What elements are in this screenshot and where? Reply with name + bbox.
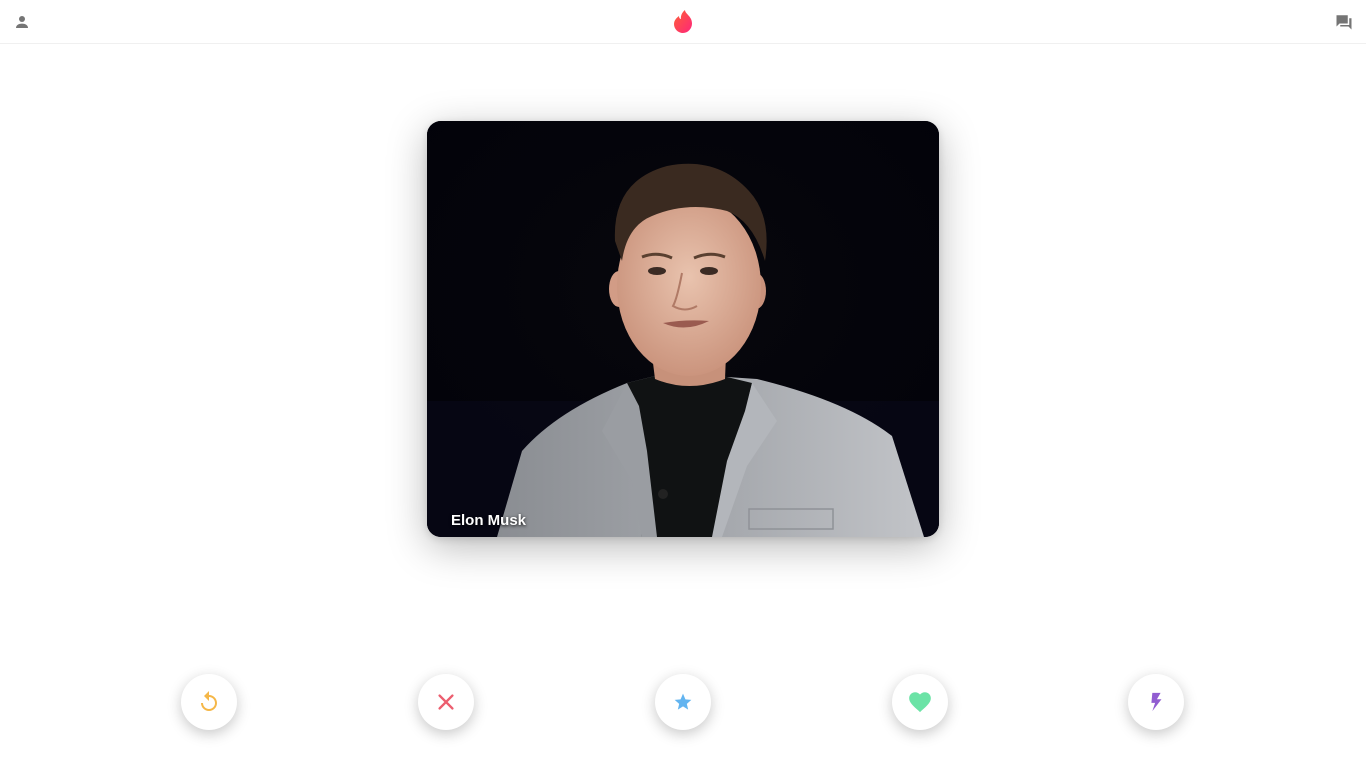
flame-logo (669, 8, 697, 36)
flame-logo-icon (674, 10, 692, 33)
super-like-button[interactable] (655, 674, 711, 730)
profile-button[interactable] (8, 8, 36, 36)
like-button[interactable] (892, 674, 948, 730)
person-icon (16, 16, 28, 28)
close-icon (438, 694, 454, 710)
replay-icon (201, 691, 217, 711)
nope-button[interactable] (418, 674, 474, 730)
messages-button[interactable] (1330, 8, 1358, 36)
profile-card[interactable]: Elon Musk (427, 121, 939, 537)
heart-icon (909, 692, 931, 713)
boost-button[interactable] (1128, 674, 1184, 730)
forum-icon (1336, 15, 1352, 30)
bolt-icon (1151, 692, 1162, 712)
profile-name: Elon Musk (451, 512, 527, 529)
rewind-button[interactable] (181, 674, 237, 730)
top-header (0, 0, 1366, 44)
profile-photo (427, 121, 939, 537)
star-icon (674, 693, 692, 710)
